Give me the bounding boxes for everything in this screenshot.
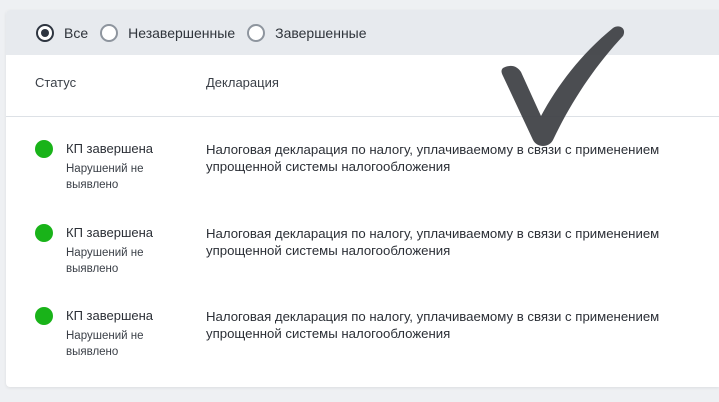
table-row[interactable]: КП завершена Нарушений не выявлено Налог… bbox=[6, 295, 719, 379]
status-title: КП завершена bbox=[66, 225, 154, 240]
filter-completed-label[interactable]: Завершенные bbox=[275, 25, 366, 41]
status-detail: Нарушений не выявлено bbox=[66, 330, 144, 358]
table-row[interactable]: КП завершена Нарушений не выявлено Налог… bbox=[6, 212, 719, 296]
status-title: КП завершена bbox=[66, 308, 154, 323]
radio-unchecked-icon[interactable] bbox=[247, 23, 266, 42]
filter-all-label[interactable]: Все bbox=[64, 25, 88, 41]
column-header-declaration: Декларация bbox=[206, 75, 279, 90]
status-indicator-icon bbox=[35, 224, 53, 242]
table-row[interactable]: КП завершена Нарушений не выявлено Налог… bbox=[6, 128, 719, 212]
radio-checked-icon[interactable] bbox=[36, 23, 54, 42]
radio-unchecked-icon[interactable] bbox=[100, 23, 119, 42]
status-indicator-icon bbox=[35, 140, 53, 158]
table-header: Статус Декларация bbox=[6, 55, 719, 117]
filter-incomplete-label[interactable]: Незавершенные bbox=[128, 25, 235, 41]
status-detail: Нарушений не выявлено bbox=[66, 247, 144, 275]
declarations-panel: Все Незавершенные Завершенные Статус Дек… bbox=[6, 10, 719, 387]
declaration-link[interactable]: Налоговая декларация по налогу, уплачива… bbox=[206, 225, 716, 259]
filter-all[interactable]: Все bbox=[36, 23, 88, 42]
status-title: КП завершена bbox=[66, 141, 154, 156]
status-indicator-icon bbox=[35, 307, 53, 325]
declaration-link[interactable]: Налоговая декларация по налогу, уплачива… bbox=[206, 308, 716, 342]
declaration-link[interactable]: Налоговая декларация по налогу, уплачива… bbox=[206, 141, 716, 175]
filter-incomplete[interactable]: Незавершенные bbox=[100, 23, 235, 42]
filter-bar: Все Незавершенные Завершенные bbox=[6, 10, 719, 55]
column-header-status: Статус bbox=[35, 75, 77, 90]
status-detail: Нарушений не выявлено bbox=[66, 163, 144, 191]
filter-completed[interactable]: Завершенные bbox=[247, 23, 367, 42]
